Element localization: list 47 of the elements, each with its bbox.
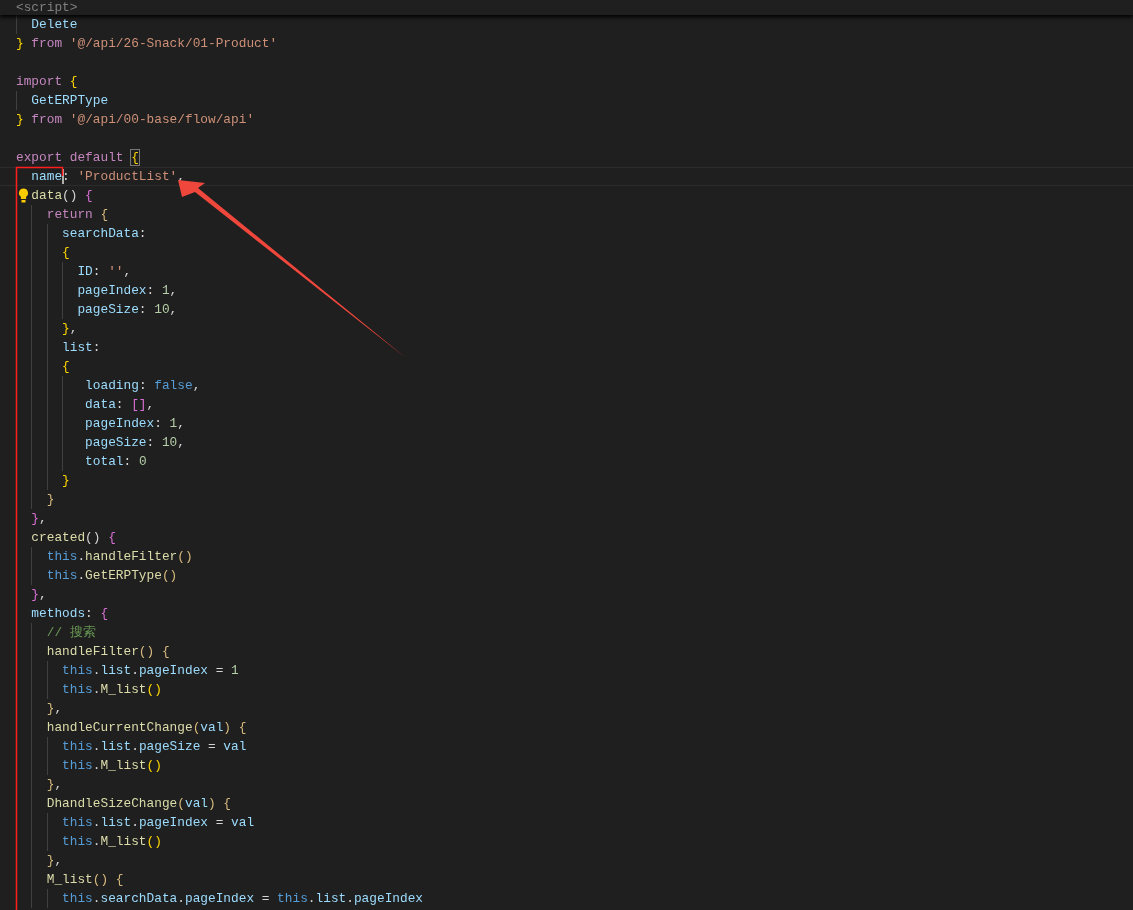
code-line: this.M_list() [62,757,162,775]
code-line: pageIndex: 1, [77,282,178,300]
code-line: } [62,472,70,490]
code-line: this.M_list() [62,681,162,699]
code-line: M_list() { [46,871,124,889]
lightbulb-icon[interactable] [18,188,29,203]
code-line: { [62,244,70,262]
code-line: pageSize: 10, [77,301,178,319]
code-line: { [62,358,70,376]
code-line: ID: '', [77,263,132,281]
code-line: <script> [16,0,78,15]
code-line: }, [31,510,47,528]
code-line: name: 'ProductList', [31,168,185,185]
code-line: this.list.pageIndex = val [62,814,255,832]
code-line: }, [46,776,63,794]
code-line: searchData: [62,225,147,243]
code-line: return { [46,206,109,224]
code-line: this.handleFilter() [46,548,193,566]
code-line: handleCurrentChange(val) { [46,719,247,737]
code-line: this.GetERPType() [46,567,178,585]
code-line: methods: { [31,605,109,623]
code-line: GetERPType [31,92,109,110]
code-line: created() { [31,529,116,547]
code-line: this.searchData.pageIndex = this.list.pageIndex [62,890,424,908]
code-line: data: [], [85,396,155,414]
code-line: list: [62,339,101,357]
code-line: export default { [16,149,139,167]
code-line: DhandleSizeChange(val) { [46,795,232,813]
code-line: Delete [31,16,78,34]
code-line: } from '@/api/00-base/flow/api' [16,111,255,129]
code-line: }, [46,700,63,718]
code-line: import { [16,73,78,91]
code-line: } [46,491,55,509]
code-line: this.list.pageSize = val [62,738,247,756]
code-line: }, [46,852,63,870]
code-line: pageIndex: 1, [85,415,185,433]
code-line: } from '@/api/26-Snack/01-Product' [16,35,278,53]
code-line: pageSize: 10, [85,434,185,452]
code-line: handleFilter() { [46,643,170,661]
code-line: }, [31,586,47,604]
code-line: this.list.pageIndex = 1 [62,662,239,680]
code-line: // 搜索 [46,624,96,642]
code-line: data() { [31,187,93,205]
code-line: }, [62,320,78,338]
code-line: total: 0 [85,453,147,471]
code-line: this.M_list() [62,833,162,851]
code-line: loading: false, [85,377,201,395]
